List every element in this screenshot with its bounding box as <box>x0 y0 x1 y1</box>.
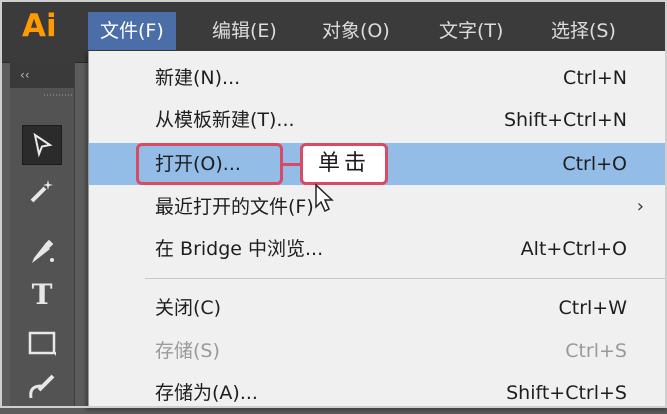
rectangle-tool-icon[interactable] <box>22 324 62 364</box>
magic-wand-tool-icon[interactable] <box>22 171 62 211</box>
type-tool-icon[interactable]: T <box>22 274 62 314</box>
menu-separator <box>145 278 667 279</box>
brush-tool-icon[interactable] <box>22 367 62 407</box>
annotation-highlight-box <box>136 143 283 185</box>
menu-item-save: 存储(S) Ctrl+S <box>155 340 627 362</box>
file-menu-dropdown: 新建(N)... Ctrl+N 从模板新建(T)... Shift+Ctrl+N… <box>88 51 667 408</box>
annotation-callout: 单击 <box>300 143 388 185</box>
menu-item-new-from-template[interactable]: 从模板新建(T)... Shift+Ctrl+N <box>89 99 667 141</box>
menu-edit[interactable]: 编辑(E) <box>200 12 289 50</box>
menu-select[interactable]: 选择(S) <box>539 12 628 50</box>
app-logo: Ai <box>22 8 57 44</box>
submenu-arrow-icon: › <box>636 196 644 217</box>
menu-file[interactable]: 文件(F) <box>88 12 176 50</box>
collapse-panel-button[interactable]: ‹‹ <box>10 62 74 88</box>
pen-tool-icon[interactable] <box>22 232 62 272</box>
menu-type[interactable]: 文字(T) <box>427 12 515 50</box>
annotation-connector <box>283 163 301 166</box>
menu-object[interactable]: 对象(O) <box>310 12 402 50</box>
mouse-cursor-icon <box>315 183 334 213</box>
tools-panel: ‹‹ T <box>10 62 75 408</box>
menu-item-new[interactable]: 新建(N)... Ctrl+N <box>89 57 667 99</box>
menu-item-close[interactable]: 关闭(C) Ctrl+W <box>89 287 667 329</box>
selection-tool-icon[interactable] <box>22 125 62 165</box>
panel-grip-icon[interactable] <box>10 92 74 98</box>
menu-item-browse-in-bridge[interactable]: 在 Bridge 中浏览... Alt+Ctrl+O <box>89 228 667 270</box>
menu-item-open-recent[interactable]: 最近打开的文件(F) › <box>89 186 667 228</box>
